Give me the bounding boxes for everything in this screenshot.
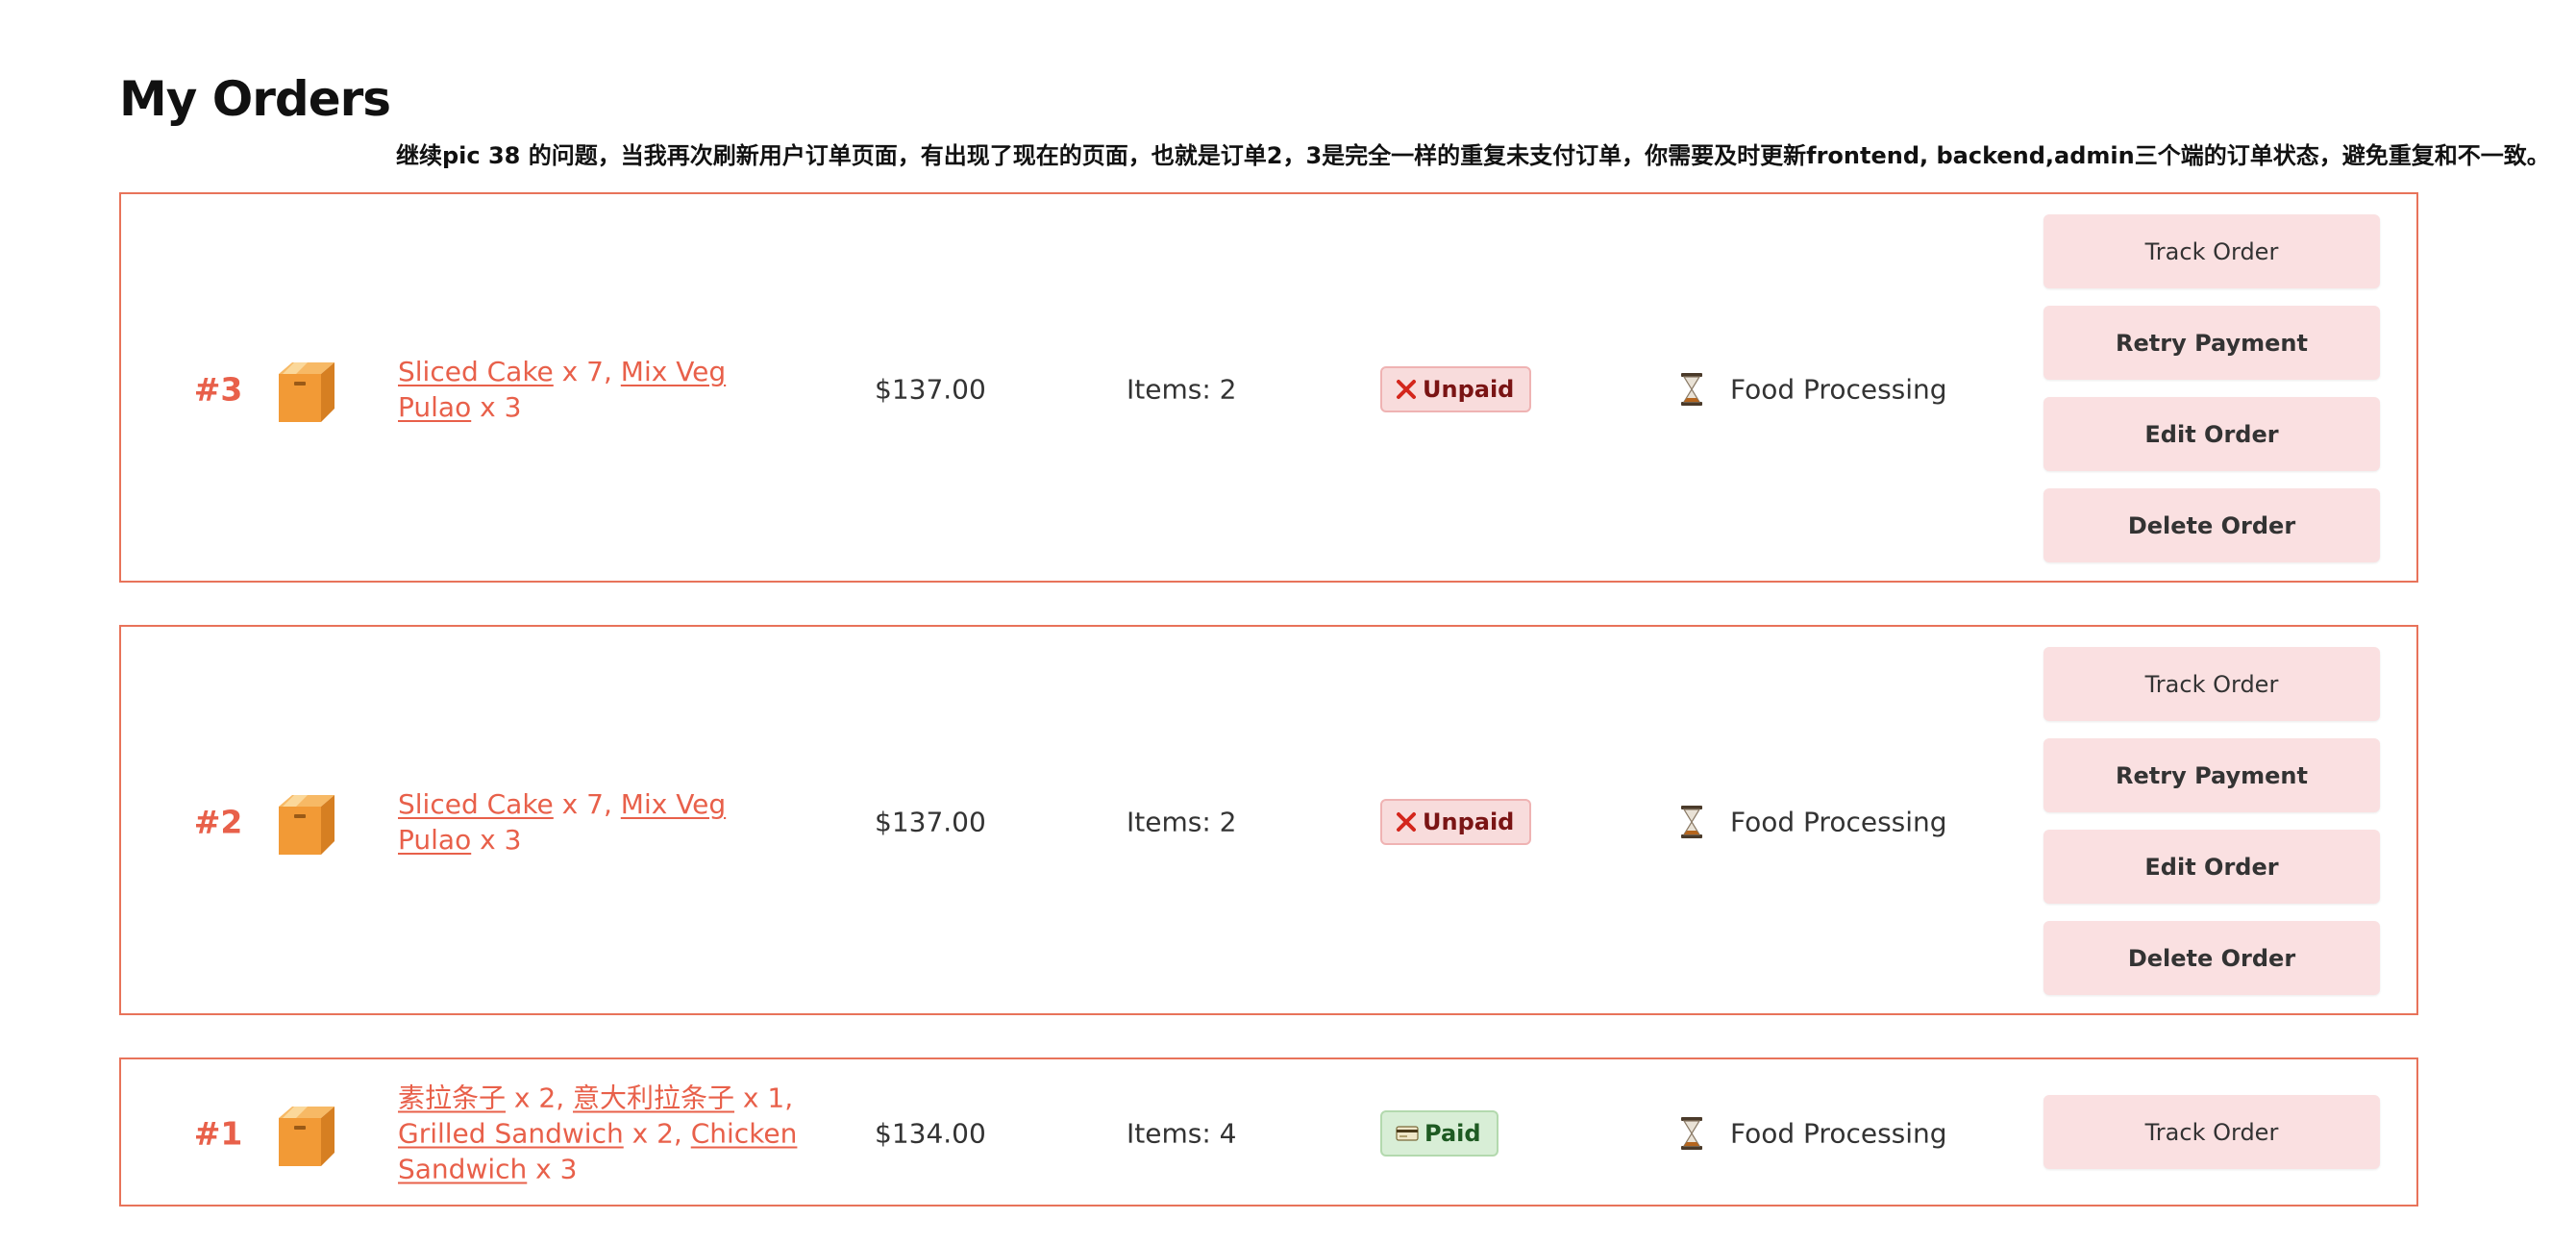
order-card: #2 Sliced Cake x 7, Mix Veg Pulao x 3 $1… [119,625,2418,1015]
track-order-button[interactable]: Track Order [2043,214,2380,288]
order-item-count: Items: 4 [1127,1117,1237,1150]
order-items: Sliced Cake x 7, Mix Veg Pulao x 3 [398,354,802,425]
order-id: #2 [193,803,243,841]
package-box-icon [279,362,334,422]
package-box-icon [279,795,334,855]
hourglass-icon [1681,373,1702,406]
order-items: 素拉条子 x 2, 意大利拉条子 x 1, Grilled Sandwich x… [398,1081,802,1187]
x-icon [1397,812,1416,832]
track-order-button[interactable]: Track Order [2043,1095,2380,1169]
order-item-count: Items: 2 [1127,373,1237,406]
delete-order-button[interactable]: Delete Order [2043,488,2380,562]
order-status-label: Food Processing [1730,806,1947,838]
item-qty: x 7, [553,788,621,820]
item-link[interactable]: 素拉条子 [398,1082,506,1114]
edit-order-button[interactable]: Edit Order [2043,830,2380,904]
hourglass-icon [1681,806,1702,838]
order-price: $137.00 [875,806,986,838]
item-link[interactable]: 意大利拉条子 [573,1082,734,1114]
retry-payment-button[interactable]: Retry Payment [2043,738,2380,812]
delete-order-button[interactable]: Delete Order [2043,921,2380,995]
item-qty: x 2, [623,1117,691,1150]
payment-status-badge: Unpaid [1380,366,1532,412]
item-qty: x 2, [506,1082,574,1114]
order-item-count: Items: 2 [1127,806,1237,838]
item-qty: x 3 [471,824,522,856]
order-status-label: Food Processing [1730,373,1947,406]
item-link[interactable]: Sliced Cake [398,788,554,820]
order-items: Sliced Cake x 7, Mix Veg Pulao x 3 [398,786,802,858]
order-card: #3 Sliced Cake x 7, Mix Veg Pulao x 3 $1… [119,192,2418,583]
track-order-button[interactable]: Track Order [2043,647,2380,721]
order-id: #1 [193,1114,243,1153]
edit-order-button[interactable]: Edit Order [2043,397,2380,471]
payment-status-label: Unpaid [1423,809,1515,835]
x-icon [1397,380,1416,399]
item-link[interactable]: Grilled Sandwich [398,1118,624,1150]
hourglass-icon [1681,1117,1702,1150]
payment-status-label: Paid [1424,1120,1481,1147]
order-status-label: Food Processing [1730,1117,1947,1150]
page-title: My Orders [119,71,391,127]
payment-status-label: Unpaid [1423,376,1515,403]
order-price: $137.00 [875,373,986,406]
item-qty: x 1, [734,1082,794,1114]
package-box-icon [279,1107,334,1166]
item-qty: x 3 [471,391,522,423]
item-link[interactable]: Sliced Cake [398,356,554,387]
payment-status-badge: Paid [1380,1110,1499,1157]
item-qty: x 7, [553,356,621,387]
payment-status-badge: Unpaid [1380,799,1532,845]
item-qty: x 3 [527,1153,578,1185]
order-id: #3 [193,370,243,409]
annotation-note: 继续pic 38 的问题，当我再次刷新用户订单页面，有出现了现在的页面，也就是订… [396,142,2550,169]
credit-card-icon [1396,1126,1419,1141]
order-price: $134.00 [875,1117,986,1150]
order-card: #1 素拉条子 x 2, 意大利拉条子 x 1, Grilled Sandwic… [119,1057,2418,1207]
retry-payment-button[interactable]: Retry Payment [2043,306,2380,380]
